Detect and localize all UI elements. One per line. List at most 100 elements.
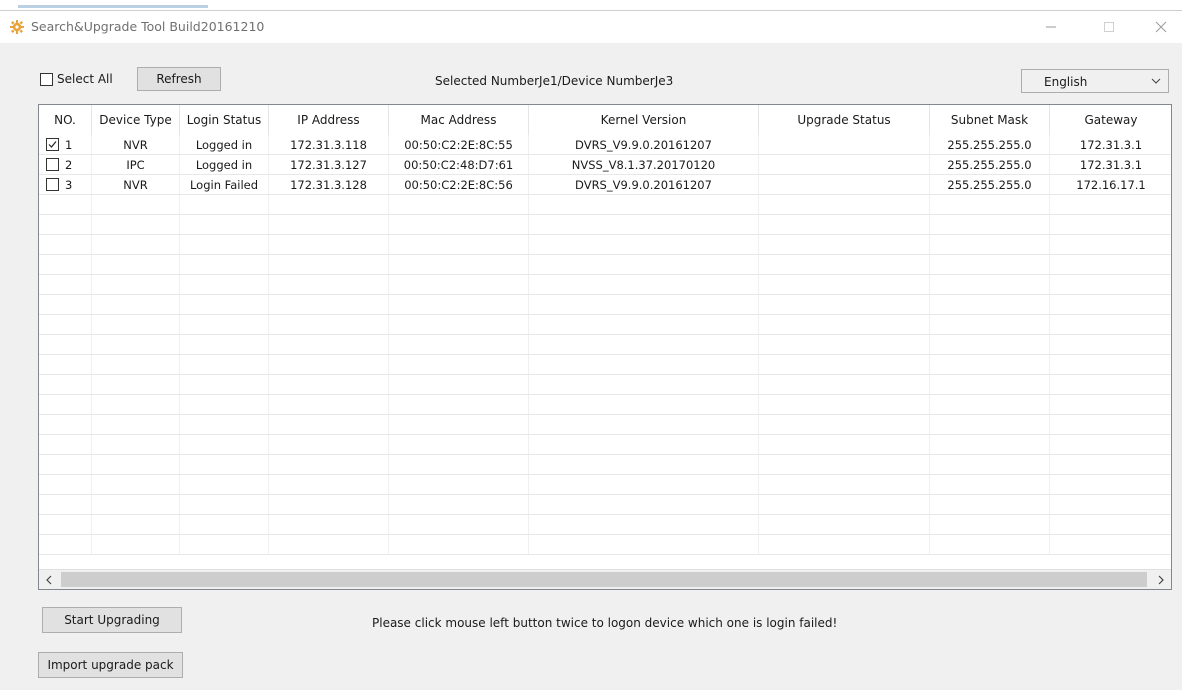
- cell-ip-address: [269, 455, 389, 474]
- select-all-label: Select All: [57, 72, 113, 86]
- cell-mac-address: [389, 455, 529, 474]
- cell-subnet-mask: [930, 195, 1050, 214]
- cell-mac-address: [389, 535, 529, 554]
- cell-upgrade-status: [759, 455, 930, 474]
- language-value: English: [1044, 75, 1088, 89]
- cell-ip-address: [269, 195, 389, 214]
- cell-no: [39, 215, 92, 234]
- cell-upgrade-status: [759, 375, 930, 394]
- column-header-subnet-mask[interactable]: Subnet Mask: [930, 105, 1050, 135]
- cell-kernel-version: [529, 275, 759, 294]
- cell-ip-address: [269, 515, 389, 534]
- cell-mac-address: [389, 215, 529, 234]
- cell-subnet-mask: 255.255.255.0: [930, 135, 1050, 154]
- table-row[interactable]: 2 IPC Logged in 172.31.3.127 00:50:C2:48:D7:…: [39, 155, 1171, 175]
- empty-table-row: [39, 415, 1171, 435]
- cell-gateway: [1050, 455, 1171, 474]
- cell-gateway: [1050, 195, 1171, 214]
- cell-mac-address: [389, 335, 529, 354]
- column-header-no[interactable]: NO.: [39, 105, 92, 135]
- cell-mac-address: [389, 515, 529, 534]
- table-body: 1 NVR Logged in 172.31.3.118 00:50:C2:2E:8C:…: [39, 135, 1171, 555]
- empty-table-row: [39, 315, 1171, 335]
- empty-table-row: [39, 535, 1171, 555]
- row-checkbox[interactable]: [46, 178, 59, 191]
- scrollbar-thumb[interactable]: [61, 572, 1147, 587]
- cell-mac-address: [389, 475, 529, 494]
- refresh-button[interactable]: Refresh: [137, 67, 221, 91]
- close-button[interactable]: [1144, 15, 1178, 39]
- cell-subnet-mask: [930, 315, 1050, 334]
- cell-gateway: [1050, 315, 1171, 334]
- cell-gateway: [1050, 395, 1171, 414]
- scroll-left-button[interactable]: [39, 570, 59, 589]
- cell-ip-address: [269, 435, 389, 454]
- language-select[interactable]: English: [1021, 69, 1169, 93]
- cell-login-status: Login Failed: [180, 175, 269, 194]
- empty-table-row: [39, 495, 1171, 515]
- cell-gateway: [1050, 235, 1171, 254]
- table-row[interactable]: 1 NVR Logged in 172.31.3.118 00:50:C2:2E:8C:…: [39, 135, 1171, 155]
- scroll-right-button[interactable]: [1151, 570, 1171, 589]
- cell-gateway: [1050, 475, 1171, 494]
- cell-device-type: [92, 215, 180, 234]
- maximize-button[interactable]: [1092, 15, 1126, 39]
- minimize-button[interactable]: [1034, 15, 1068, 39]
- cell-subnet-mask: [930, 275, 1050, 294]
- device-table[interactable]: NO. Device Type Login Status IP Address …: [38, 104, 1172, 590]
- chevron-right-icon: [1158, 575, 1164, 585]
- check-icon: [48, 141, 57, 148]
- app-window: Search&Upgrade Tool Build20161210 Select…: [0, 10, 1182, 690]
- gear-icon: [10, 20, 24, 34]
- maximize-icon: [1104, 22, 1114, 32]
- row-checkbox[interactable]: [46, 138, 59, 151]
- cell-subnet-mask: [930, 255, 1050, 274]
- cell-upgrade-status: [759, 155, 930, 174]
- empty-table-row: [39, 515, 1171, 535]
- cell-login-status: Logged in: [180, 155, 269, 174]
- column-header-upgrade-status[interactable]: Upgrade Status: [759, 105, 930, 135]
- cell-upgrade-status: [759, 515, 930, 534]
- column-header-device-type[interactable]: Device Type: [92, 105, 180, 135]
- cell-kernel-version: [529, 335, 759, 354]
- cell-gateway: [1050, 495, 1171, 514]
- cell-upgrade-status: [759, 195, 930, 214]
- column-header-gateway[interactable]: Gateway: [1050, 105, 1171, 135]
- column-header-kernel-version[interactable]: Kernel Version: [529, 105, 759, 135]
- empty-table-row: [39, 375, 1171, 395]
- cell-subnet-mask: [930, 215, 1050, 234]
- cell-device-type: [92, 335, 180, 354]
- cell-upgrade-status: [759, 355, 930, 374]
- column-header-ip-address[interactable]: IP Address: [269, 105, 389, 135]
- cell-upgrade-status: [759, 175, 930, 194]
- start-upgrading-button[interactable]: Start Upgrading: [42, 607, 182, 633]
- taskbar-accent: [18, 5, 208, 8]
- empty-table-row: [39, 255, 1171, 275]
- cell-ip-address: [269, 215, 389, 234]
- column-header-mac-address[interactable]: Mac Address: [389, 105, 529, 135]
- select-all-checkbox[interactable]: [40, 73, 53, 86]
- import-upgrade-pack-button[interactable]: Import upgrade pack: [38, 652, 183, 678]
- cell-login-status: [180, 435, 269, 454]
- cell-no: [39, 235, 92, 254]
- horizontal-scrollbar[interactable]: [39, 569, 1171, 589]
- cell-gateway: 172.31.3.1: [1050, 135, 1171, 154]
- cell-gateway: [1050, 255, 1171, 274]
- column-header-login-status[interactable]: Login Status: [180, 105, 269, 135]
- cell-gateway: [1050, 355, 1171, 374]
- cell-kernel-version: NVSS_V8.1.37.20170120: [529, 155, 759, 174]
- row-checkbox[interactable]: [46, 158, 59, 171]
- table-row[interactable]: 3 NVR Login Failed 172.31.3.128 00:50:C2:2E:…: [39, 175, 1171, 195]
- cell-gateway: 172.31.3.1: [1050, 155, 1171, 174]
- cell-login-status: [180, 275, 269, 294]
- cell-upgrade-status: [759, 275, 930, 294]
- cell-mac-address: [389, 355, 529, 374]
- cell-login-status: [180, 495, 269, 514]
- cell-subnet-mask: 255.255.255.0: [930, 175, 1050, 194]
- cell-login-status: [180, 295, 269, 314]
- cell-kernel-version: [529, 535, 759, 554]
- cell-device-type: [92, 255, 180, 274]
- empty-table-row: [39, 235, 1171, 255]
- cell-no: [39, 495, 92, 514]
- empty-table-row: [39, 195, 1171, 215]
